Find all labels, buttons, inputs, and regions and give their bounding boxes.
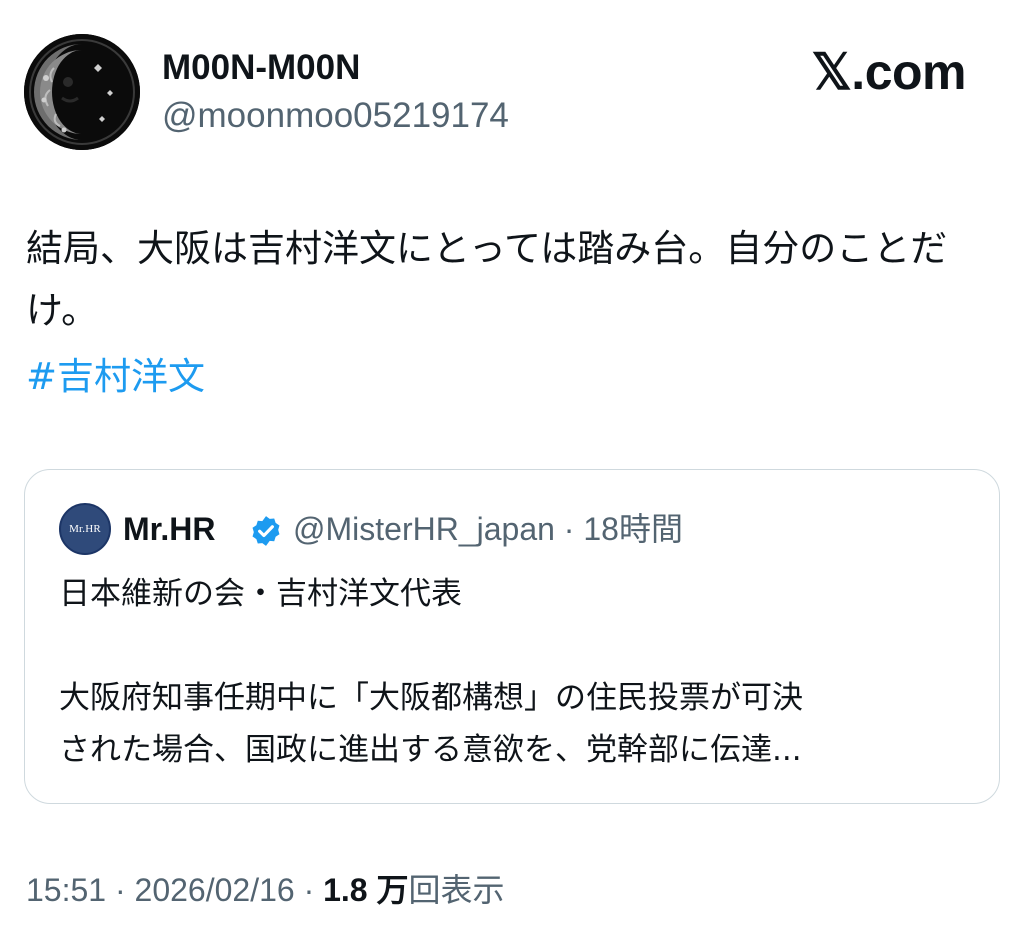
tweet-date[interactable]: 2026/02/16 xyxy=(135,872,295,908)
author-handle[interactable]: @moonmoo05219174 xyxy=(162,96,509,136)
author-avatar[interactable] xyxy=(24,34,140,150)
footer-separator-1: · xyxy=(114,872,126,908)
quoted-author-handle[interactable]: @MisterHR_japan xyxy=(293,511,555,547)
quoted-tweet-time[interactable]: 18時間 xyxy=(583,511,683,547)
views-label: 回表示 xyxy=(408,872,505,908)
quoted-tweet-line-2: 大阪府知事任期中に「大阪都構想」の住民投票が可決 xyxy=(59,680,803,716)
quoted-tweet-line-1: 日本維新の会・吉村洋文代表 xyxy=(59,576,462,612)
quoted-author-avatar[interactable]: Mr.HR xyxy=(59,503,111,555)
x-com-logo: 𝕏.com xyxy=(811,44,967,100)
quoted-tweet-line-3: された場合、国政に進出する意欲を、党幹部に伝達... xyxy=(59,732,802,768)
tweet-time[interactable]: 15:51 xyxy=(26,872,106,908)
quoted-author-name[interactable]: Mr.HR xyxy=(123,510,215,548)
footer-separator-2: · xyxy=(303,872,315,908)
quoted-tweet-card[interactable]: Mr.HR Mr.HR @MisterHR_japan · 18時間 日本維新の… xyxy=(24,469,1000,804)
views-count[interactable]: 1.8 万 xyxy=(323,872,408,908)
moon-face-avatar-icon xyxy=(24,34,140,150)
verified-badge-icon xyxy=(252,516,280,546)
author-display-name[interactable]: M00N-M00N xyxy=(162,48,360,88)
hashtag-link[interactable]: #吉村洋文 xyxy=(26,346,205,408)
tweet-footer: 15:51 · 2026/02/16 · 1.8 万回表示 xyxy=(26,868,505,912)
tweet-text: 結局、大阪は吉村洋文にとっては踏み台。自分のことだけ。 xyxy=(26,227,948,332)
quoted-tweet-meta: @MisterHR_japan · 18時間 xyxy=(293,510,683,548)
meta-separator: · xyxy=(563,511,575,547)
